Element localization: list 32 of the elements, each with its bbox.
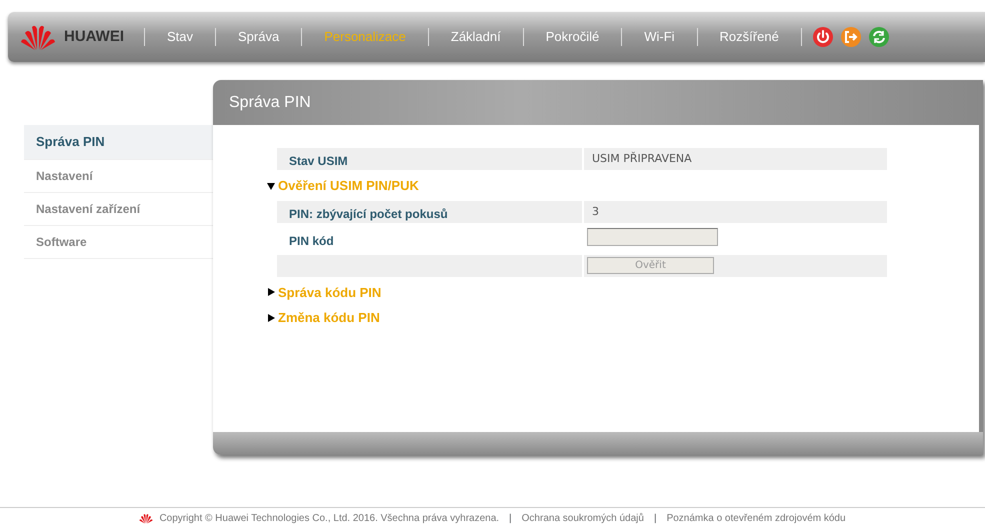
caret-right-icon [267, 288, 275, 296]
refresh-icon[interactable] [868, 26, 890, 48]
section-toggle[interactable]: Změna kódu PIN [267, 308, 380, 328]
separator: | [509, 512, 512, 526]
logout-icon[interactable] [840, 26, 862, 48]
field-value: 3 [584, 200, 887, 222]
nav-tab[interactable]: Pokročilé [524, 27, 622, 47]
nav-tab[interactable]: Stav [145, 27, 216, 47]
nav-tab[interactable]: Základní [428, 27, 523, 47]
footer-link[interactable]: Poznámka o otevřeném zdrojovém kódu [666, 511, 846, 526]
field-value: USIM PŘIPRAVENA [584, 148, 887, 170]
section-toggle[interactable]: Správa kódu PIN [267, 282, 382, 302]
section-toggle[interactable]: Ověření USIM PIN/PUK [267, 176, 419, 196]
field-label: Stav USIM [277, 148, 582, 170]
nav-tab[interactable]: Rozšířené [698, 27, 801, 47]
caret-down-icon [267, 182, 275, 190]
nav-tab[interactable]: Personalizace [302, 27, 428, 47]
caret-right-icon [267, 314, 275, 322]
pin-input[interactable] [587, 228, 718, 246]
logo-icon [20, 23, 56, 51]
brand-name: HUAWEI [64, 26, 124, 47]
copyright-text: Copyright © Huawei Technologies Co., Ltd. 2016. Všechna práva vyhrazena. [159, 512, 500, 526]
logo-icon [139, 513, 154, 524]
nav-tab[interactable]: Správa [216, 27, 302, 47]
separator: | [654, 512, 657, 526]
power-icon[interactable] [812, 26, 834, 48]
footer-link[interactable]: Ochrana soukromých údajů [522, 511, 644, 526]
panel-title: Správa PIN [213, 80, 983, 125]
field-label: PIN kód [288, 232, 335, 250]
sidebar-item[interactable]: Správa PIN [24, 125, 213, 160]
nav-tab[interactable]: Wi-Fi [622, 27, 697, 47]
field-label: PIN: zbývající počet pokusů [277, 200, 582, 222]
